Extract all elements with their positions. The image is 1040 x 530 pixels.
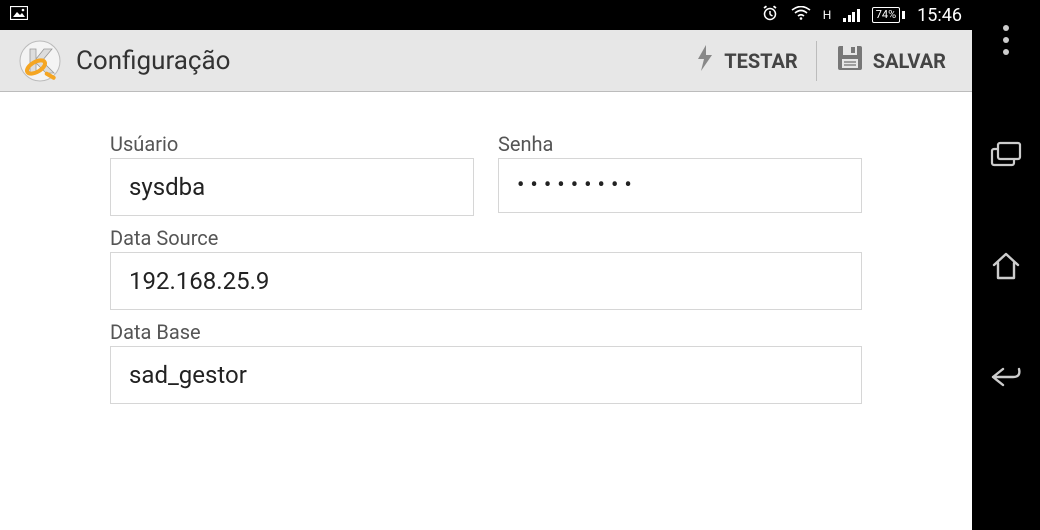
test-button-label: TESTAR <box>724 49 798 73</box>
user-input[interactable] <box>110 158 474 216</box>
page-title: Configuração <box>76 46 230 76</box>
wifi-icon <box>791 6 811 25</box>
database-input[interactable] <box>110 346 862 404</box>
recent-apps-button[interactable] <box>990 141 1022 171</box>
config-form: Usúario Senha Data Source Data Base <box>0 92 972 530</box>
menu-dots-icon[interactable] <box>1003 25 1009 55</box>
picture-icon <box>10 6 28 24</box>
home-button[interactable] <box>990 251 1022 285</box>
battery-icon: 74% <box>872 7 905 23</box>
datasource-label: Data Source <box>110 226 862 250</box>
lightning-icon <box>694 43 716 78</box>
app-toolbar: Configuração TESTAR <box>0 30 972 92</box>
save-button-label: SALVAR <box>873 49 946 73</box>
database-label: Data Base <box>110 320 862 344</box>
user-label: Usúario <box>110 132 474 156</box>
android-status-bar: H 74% 15:46 <box>0 0 972 30</box>
app-logo-icon <box>16 37 64 85</box>
test-button[interactable]: TESTAR <box>684 37 808 84</box>
alarm-icon <box>761 5 779 25</box>
save-icon <box>835 43 865 78</box>
back-button[interactable] <box>989 365 1023 393</box>
battery-percent: 74% <box>872 7 900 23</box>
android-nav-bar <box>972 0 1040 530</box>
status-time: 15:46 <box>917 5 962 26</box>
password-input[interactable] <box>498 158 862 213</box>
network-type-label: H <box>823 8 832 22</box>
datasource-input[interactable] <box>110 252 862 310</box>
password-label: Senha <box>498 132 862 156</box>
save-button[interactable]: SALVAR <box>825 37 956 84</box>
toolbar-divider <box>816 41 817 81</box>
signal-icon <box>843 8 860 22</box>
